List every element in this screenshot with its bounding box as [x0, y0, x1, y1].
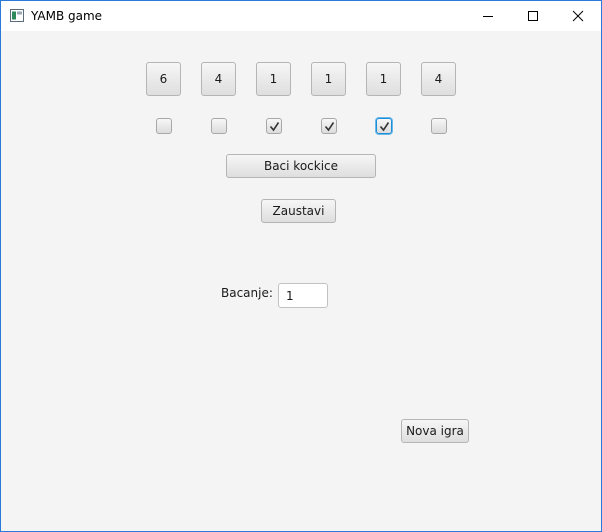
die-button-6[interactable]: 4 [421, 62, 456, 96]
hold-checkbox-6[interactable] [431, 118, 447, 134]
hold-checkbox-3[interactable] [266, 118, 282, 134]
checkmark-icon [269, 122, 280, 132]
die-button-1[interactable]: 6 [146, 62, 181, 96]
throw-count-field[interactable] [278, 283, 328, 308]
stop-button[interactable]: Zaustavi [261, 199, 336, 223]
minimize-button[interactable] [465, 1, 511, 31]
throw-count-label: Bacanje: [221, 286, 273, 300]
new-game-button[interactable]: Nova igra [401, 419, 469, 443]
checkmark-icon [379, 122, 390, 132]
hold-checkbox-5[interactable] [376, 118, 392, 134]
minimize-icon [483, 16, 493, 17]
hold-checkbox-1[interactable] [156, 118, 172, 134]
roll-dice-button[interactable]: Baci kockice [226, 154, 376, 178]
title-bar: YAMB game [1, 1, 601, 31]
maximize-icon [528, 11, 538, 21]
app-window: YAMB game 6 4 1 1 1 4 Baci kockice Zaust… [0, 0, 602, 532]
die-button-2[interactable]: 4 [201, 62, 236, 96]
window-title: YAMB game [31, 9, 103, 23]
close-icon [572, 10, 584, 22]
hold-checkbox-2[interactable] [211, 118, 227, 134]
die-button-4[interactable]: 1 [311, 62, 346, 96]
app-icon [10, 9, 24, 22]
close-button[interactable] [555, 1, 601, 31]
die-button-5[interactable]: 1 [366, 62, 401, 96]
die-button-3[interactable]: 1 [256, 62, 291, 96]
checkmark-icon [324, 122, 335, 132]
maximize-button[interactable] [510, 1, 556, 31]
hold-checkbox-4[interactable] [321, 118, 337, 134]
